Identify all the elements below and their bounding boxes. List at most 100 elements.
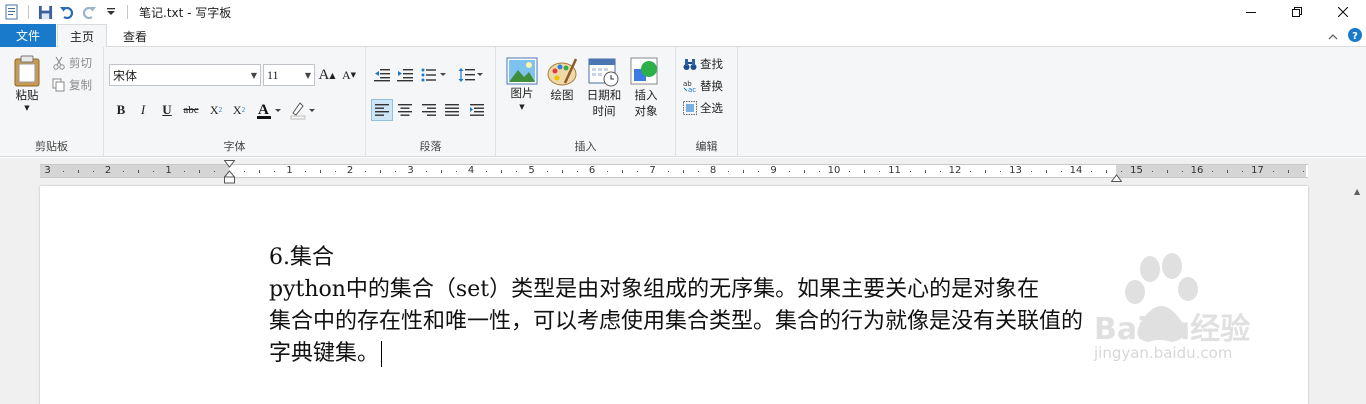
redo-icon[interactable] <box>80 3 98 21</box>
italic-button[interactable]: I <box>132 99 154 121</box>
grow-font-button[interactable]: A ▲ <box>316 64 338 86</box>
help-icon[interactable]: ? <box>1348 28 1362 45</box>
increase-indent-icon[interactable] <box>394 64 416 86</box>
ruler-tick <box>1045 170 1047 173</box>
copy-icon <box>52 78 65 92</box>
paste-button[interactable]: 粘贴 ▼ <box>8 55 46 113</box>
insert-object-icon <box>630 57 658 85</box>
select-all-button[interactable]: 全选 <box>683 100 723 116</box>
bullet-list-button[interactable] <box>419 64 449 86</box>
underline-button[interactable]: U <box>156 99 178 121</box>
ruler-tick <box>138 170 140 173</box>
insert-picture-button[interactable]: 图片 ▼ <box>504 57 540 113</box>
ruler-tick <box>1181 171 1183 172</box>
ruler-tick <box>455 171 457 172</box>
ruler-tick <box>501 170 503 173</box>
collapse-ribbon-icon[interactable] <box>1328 30 1338 44</box>
replace-icon: abac <box>683 80 696 93</box>
replace-button[interactable]: ab ac 替换 <box>683 78 723 94</box>
cut-button[interactable]: 剪切 <box>52 55 92 71</box>
ruler-number: 6 <box>588 165 596 176</box>
watermark-brand: Baidu经验 <box>1094 312 1251 347</box>
customize-qat-icon[interactable] <box>102 3 120 21</box>
scissors-icon <box>53 56 65 70</box>
align-left-icon[interactable] <box>371 99 393 121</box>
svg-text:A: A <box>258 102 269 118</box>
paragraph-settings-icon[interactable] <box>466 99 488 121</box>
font-family-select[interactable]: 宋体 ▼ <box>109 64 261 86</box>
ruler-tick <box>1000 171 1002 172</box>
picture-dropdown-icon[interactable]: ▼ <box>519 101 524 113</box>
ruler-tick <box>425 171 427 172</box>
ruler-number: 1 <box>286 165 293 176</box>
ruler-number: 3 <box>44 165 51 176</box>
ruler-tick <box>62 171 64 172</box>
ruler-tick <box>486 171 488 172</box>
decrease-indent-icon[interactable] <box>371 64 393 86</box>
font-size-dropdown-icon[interactable]: ▼ <box>302 65 314 85</box>
paste-dropdown-icon[interactable]: ▼ <box>24 103 29 113</box>
document-line: 集合中的存在性和唯一性，可以考虑使用集合类型。集合的行为就像是没有关联值的 <box>269 309 1084 334</box>
justify-icon[interactable] <box>441 99 463 121</box>
ruler-tick <box>304 171 306 172</box>
paste-icon <box>14 55 40 87</box>
font-family-value: 宋体 <box>113 68 138 83</box>
minimize-button[interactable] <box>1228 0 1274 24</box>
line-spacing-icon <box>458 68 483 82</box>
ruler-number: 16 <box>1190 165 1204 176</box>
restore-button[interactable] <box>1274 0 1320 24</box>
scroll-up-icon[interactable]: ▲ <box>1354 187 1360 196</box>
subscript-button[interactable]: X2 <box>205 99 227 121</box>
ruler-tick <box>576 171 578 172</box>
ruler-tick <box>879 171 881 172</box>
strikethrough-button[interactable]: abc <box>180 99 202 121</box>
text-color-button[interactable]: A <box>254 99 284 121</box>
bold-button[interactable]: B <box>110 99 132 121</box>
clipboard-group-label: 剪贴板 <box>35 140 68 153</box>
ruler-tick <box>274 171 276 172</box>
align-center-icon[interactable] <box>394 99 416 121</box>
baidu-watermark: Baidu经验 jingyan.baidu.com <box>1090 244 1290 394</box>
ruler-tick <box>1151 171 1153 172</box>
ruler-tick <box>743 170 745 173</box>
right-indent-marker[interactable] <box>1110 171 1123 185</box>
tab-file[interactable]: 文件 <box>0 24 56 47</box>
paragraph-group-label: 段落 <box>419 140 442 153</box>
undo-icon[interactable] <box>58 3 76 21</box>
title-bar: 笔记.txt - 写字板 <box>0 0 1366 24</box>
align-right-icon[interactable] <box>418 99 440 121</box>
vertical-scrollbar[interactable]: ▲ <box>1350 184 1366 404</box>
ribbon: 粘贴 ▼ 剪切 复制 剪贴板 宋体 ▼ 11 ▼ A ▲ A ▼ B I U a… <box>0 47 1366 157</box>
insert-paint-drawing-button[interactable]: 绘图 <box>544 57 580 103</box>
svg-text:ac: ac <box>688 86 696 93</box>
ruler-tick <box>803 170 805 173</box>
tab-home[interactable]: 主页 <box>57 24 107 48</box>
ruler-tick <box>198 170 200 173</box>
font-family-dropdown-icon[interactable]: ▼ <box>248 65 260 85</box>
ruler-tick <box>123 171 125 172</box>
ruler: 3 2 1 1 2 3 4 5 6 7 8 9 10 11 12 13 14 15 16 17 <box>0 158 1366 184</box>
quick-access-toolbar <box>0 0 131 24</box>
close-button[interactable] <box>1320 0 1366 24</box>
copy-button[interactable]: 复制 <box>52 77 92 93</box>
document-line: 字典键集。 <box>269 341 380 366</box>
window-controls <box>1228 0 1366 24</box>
ruler-tick <box>1106 170 1108 173</box>
save-icon[interactable] <box>36 3 54 21</box>
replace-label: 替换 <box>700 79 723 93</box>
highlight-color-button[interactable] <box>288 99 318 121</box>
editing-group-label: 编辑 <box>695 140 718 153</box>
font-size-select[interactable]: 11 ▼ <box>263 64 315 86</box>
ruler-tick <box>697 171 699 172</box>
superscript-button[interactable]: X2 <box>228 99 250 121</box>
find-button[interactable]: 查找 <box>683 56 723 72</box>
insert-date-time-button[interactable]: 日期和 时间 <box>584 57 624 119</box>
ruler-tick <box>183 171 185 172</box>
line-spacing-button[interactable] <box>456 64 486 86</box>
wordpad-app-icon[interactable] <box>3 3 21 21</box>
left-indent-marker[interactable] <box>223 160 236 187</box>
ruler-tick <box>561 170 563 173</box>
tab-view[interactable]: 查看 <box>110 24 160 48</box>
shrink-font-button[interactable]: A ▼ <box>338 64 360 86</box>
insert-object-button[interactable]: 插入 对象 <box>628 57 664 119</box>
